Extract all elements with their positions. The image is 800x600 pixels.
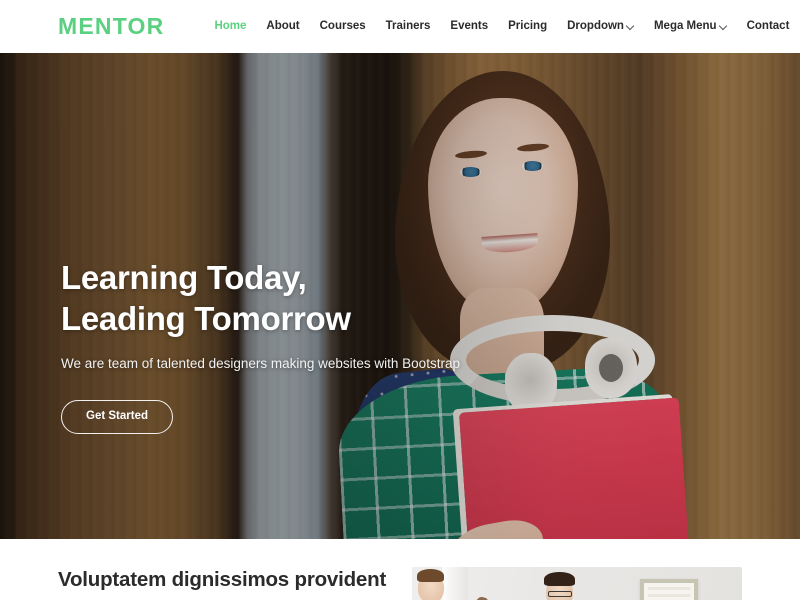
nav-item-label: Trainers [385,19,431,32]
main-navigation: Home About Courses Trainers Events Prici… [204,19,800,33]
hero-title-line-2: Leading Tomorrow [61,299,351,337]
site-logo[interactable]: MENTOR [58,15,164,38]
about-title: Voluptatem dignissimos provident [58,568,387,591]
nav-item-events[interactable]: Events [440,19,498,33]
nav-item-dropdown[interactable]: Dropdown [557,19,644,33]
about-section: Voluptatem dignissimos provident [0,539,800,600]
nav-item-pricing[interactable]: Pricing [498,19,557,33]
office-person-1-hair [417,569,444,582]
nav-item-contact[interactable]: Contact [737,19,800,33]
nav-item-label: Courses [319,19,366,32]
nav-item-label: Contact [746,19,790,32]
office-person-2-hair [544,572,575,586]
office-door [442,567,468,600]
nav-item-label: Events [450,19,489,32]
site-header: MENTOR Home About Courses Trainers Event… [0,0,800,53]
chevron-down-icon [627,22,634,29]
hero-section: Learning Today, Leading Tomorrow We are … [0,53,800,539]
about-text-column: Voluptatem dignissimos provident [58,567,388,594]
nav-item-label: Home [214,19,247,32]
nav-item-label: Dropdown [567,19,624,32]
framed-picture [640,579,698,600]
nav-item-home[interactable]: Home [204,19,256,33]
nav-item-label: Pricing [508,19,548,32]
hero-content: Learning Today, Leading Tomorrow We are … [61,258,460,434]
nav-item-trainers[interactable]: Trainers [376,19,441,33]
about-image [412,567,742,600]
about-inner: Voluptatem dignissimos provident [0,567,800,600]
hero-get-started-button[interactable]: Get Started [61,400,173,434]
nav-item-label: About [266,19,300,32]
office-person-2-glasses [548,591,572,597]
nav-item-courses[interactable]: Courses [310,19,376,33]
hero-subtitle: We are team of talented designers making… [61,355,460,371]
chevron-down-icon [720,22,727,29]
hero-title-line-1: Learning Today, [61,259,307,296]
nav-item-label: Mega Menu [653,19,717,32]
nav-item-mega-menu[interactable]: Mega Menu [644,19,737,33]
nav-item-about[interactable]: About [256,19,309,33]
hero-title: Learning Today, Leading Tomorrow [61,258,460,340]
